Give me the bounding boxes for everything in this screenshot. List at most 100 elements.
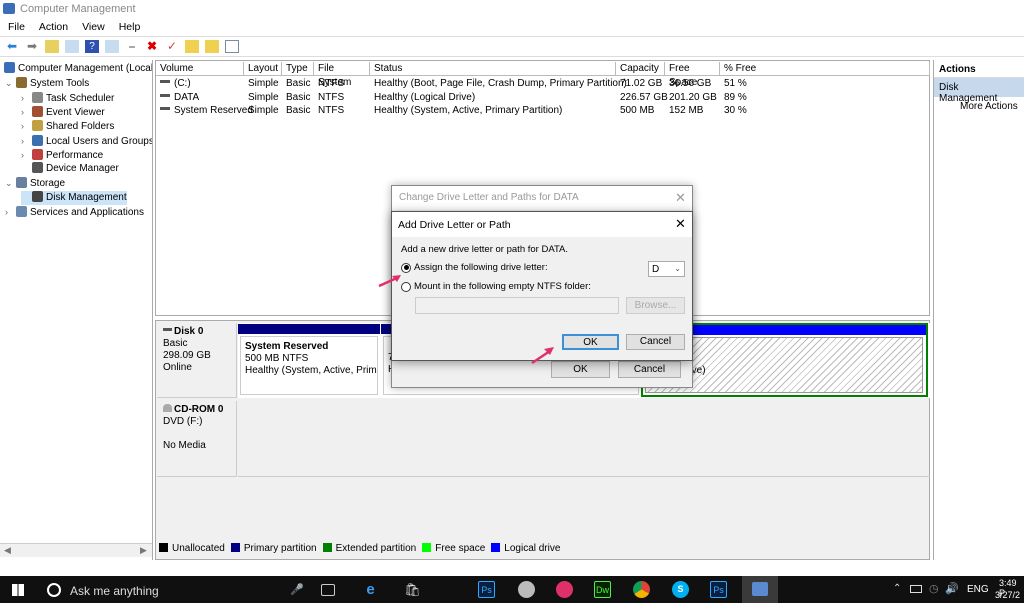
tree-horizontal-scrollbar[interactable]: ◀ ▶ — [0, 543, 152, 557]
cdrom-type: DVD (F:) — [163, 416, 203, 427]
search-box[interactable]: Ask me anything — [70, 584, 159, 598]
collapsed-chevron-icon[interactable]: › — [21, 148, 32, 162]
back-icon[interactable]: ⬅ — [5, 40, 19, 53]
menu-file[interactable]: File — [8, 21, 25, 33]
volume-row[interactable]: DATA Simple Basic NTFS Healthy (Logical Driv… — [156, 91, 929, 104]
cell-text: NTFS — [318, 78, 345, 89]
delete-icon[interactable]: ✖ — [145, 40, 159, 53]
tree-item[interactable]: › Local Users and Groups — [21, 134, 152, 148]
dreamweaver-icon[interactable]: Dw — [594, 581, 611, 598]
properties-icon[interactable]: ✓ — [165, 40, 179, 53]
show-hidden-icons-chevron[interactable]: ⌃ — [893, 583, 901, 594]
column-header[interactable]: Type — [282, 62, 314, 76]
photoshop-icon[interactable]: Ps — [478, 581, 495, 598]
windows-start-icon[interactable] — [12, 584, 24, 596]
partition-size: 500 MB NTFS — [245, 353, 309, 364]
column-header[interactable]: Status — [370, 62, 616, 76]
tree-item[interactable]: › Services and Applications — [5, 205, 144, 219]
skype-icon[interactable]: S — [672, 581, 689, 598]
cortana-icon[interactable] — [47, 583, 61, 597]
collapsed-chevron-icon[interactable]: › — [21, 105, 32, 119]
cancel-button[interactable]: Cancel — [626, 334, 685, 350]
menu-help[interactable]: Help — [119, 21, 141, 33]
annotation-arrow-ok — [531, 347, 554, 365]
view-icon[interactable] — [225, 40, 239, 53]
edge-icon[interactable]: e — [362, 581, 379, 598]
cell-text: System Reserved — [174, 105, 253, 116]
browse-button[interactable]: Browse... — [626, 297, 685, 314]
cell-text: (C:) — [174, 78, 191, 89]
legend-label: Logical drive — [504, 543, 561, 554]
ok-button[interactable]: OK — [562, 334, 619, 350]
wifi-icon[interactable]: ◷ — [929, 582, 939, 595]
app-icon[interactable] — [518, 581, 535, 598]
tree-item[interactable]: Device Manager — [21, 162, 119, 176]
folder-path-input[interactable] — [415, 297, 619, 314]
menu-view[interactable]: View — [82, 21, 105, 33]
tree-item-label: Device Manager — [46, 163, 119, 175]
column-header[interactable]: File System — [314, 62, 370, 88]
volume-icon[interactable]: 🔊 — [945, 582, 959, 595]
toolbar: ⬅ ➡ ? ⎯ ✖ ✓ — [0, 36, 1024, 57]
disk-0-label[interactable]: Disk 0 Basic 298.09 GB Online — [157, 323, 237, 398]
actions-pane: Actions Disk Management More Actions — [933, 60, 1024, 560]
expanded-chevron-icon[interactable]: ⌄ — [5, 76, 16, 90]
back-dialog-ok-button[interactable]: OK — [551, 361, 610, 378]
drive-letter-dropdown[interactable]: D ⌄ — [648, 261, 685, 277]
task-view-icon[interactable] — [321, 584, 335, 596]
collapsed-chevron-icon[interactable]: › — [21, 91, 32, 105]
volume-cell: (C:) — [156, 77, 244, 90]
tree-item[interactable]: › Performance — [21, 148, 103, 162]
export-icon[interactable] — [185, 40, 199, 53]
tree-item[interactable]: › Task Scheduler — [21, 91, 114, 105]
clock-date[interactable]: 3/27/2 — [995, 590, 1020, 600]
cell-text: Basic — [286, 105, 311, 116]
connect-icon[interactable]: ⎯ — [125, 40, 139, 53]
column-header[interactable]: Capacity — [616, 62, 665, 76]
tree-item[interactable]: Disk Management — [21, 190, 127, 205]
tree-item[interactable]: › Event Viewer — [21, 105, 105, 119]
partition-system-reserved[interactable]: System Reserved 500 MB NTFS Healthy (Sys… — [240, 336, 378, 395]
cell-text: Simple — [248, 105, 279, 116]
volume-cell: Basic — [282, 104, 314, 117]
computer-management-task-button[interactable] — [742, 576, 778, 603]
actions-section-disk-management[interactable]: Disk Management — [934, 78, 1024, 104]
show-hide-tree-icon[interactable] — [65, 40, 79, 53]
microphone-icon[interactable]: 🎤 — [290, 583, 304, 596]
collapsed-chevron-icon[interactable]: › — [5, 205, 16, 219]
column-header[interactable]: Free Space — [665, 62, 720, 88]
up-folder-icon[interactable] — [45, 40, 59, 53]
add-drive-letter-dialog: Add Drive Letter or Path ✕ Add a new dri… — [391, 211, 693, 361]
column-header[interactable]: Volume — [156, 62, 244, 76]
store-icon[interactable]: 🛍 — [404, 581, 421, 598]
app-pink-icon[interactable] — [556, 581, 573, 598]
column-header[interactable]: Layout — [244, 62, 282, 76]
language-indicator[interactable]: ENG — [967, 584, 989, 595]
legend-swatch — [230, 543, 240, 552]
volume-row[interactable]: System Reserved Simple Basic NTFS Healthy (S… — [156, 104, 929, 117]
tree-item[interactable]: ⌄ System Tools — [5, 76, 89, 90]
battery-icon[interactable] — [910, 585, 922, 593]
back-dialog-cancel-button[interactable]: Cancel — [618, 361, 681, 378]
chrome-icon[interactable] — [633, 581, 650, 598]
expanded-chevron-icon[interactable]: ⌄ — [5, 176, 16, 190]
cdrom-0-label[interactable]: CD-ROM 0 DVD (F:) No Media — [157, 401, 237, 477]
tree-item[interactable]: › Shared Folders — [21, 119, 114, 133]
column-header[interactable]: % Free — [720, 62, 930, 76]
radio-assign-letter[interactable]: Assign the following drive letter: — [401, 262, 548, 273]
photoshop-icon-2[interactable]: Ps — [710, 581, 727, 598]
search-folder-icon[interactable] — [205, 40, 219, 53]
forward-icon[interactable]: ➡ — [25, 40, 39, 53]
tree-item[interactable]: ⌄ Storage — [5, 176, 65, 190]
collapsed-chevron-icon[interactable]: › — [21, 119, 32, 133]
menu-action[interactable]: Action — [39, 21, 68, 33]
radio-mount-folder[interactable]: Mount in the following empty NTFS folder… — [401, 281, 591, 292]
volume-row[interactable]: (C:) Simple Basic NTFS Healthy (Boot, Page F… — [156, 77, 929, 90]
show-hide-action-pane-icon[interactable] — [105, 40, 119, 53]
back-dialog-close-icon[interactable]: ✕ — [675, 190, 686, 206]
dialog-close-icon[interactable]: ✕ — [675, 216, 686, 232]
collapsed-chevron-icon[interactable]: › — [21, 134, 32, 148]
tree-item-label: Performance — [46, 149, 104, 161]
tree-item[interactable]: Computer Management (Local — [4, 62, 152, 76]
help-icon[interactable]: ? — [85, 40, 99, 53]
